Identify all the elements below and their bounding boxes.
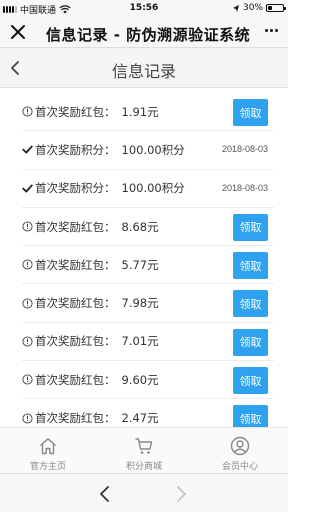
browser-nav-bar [0, 473, 288, 512]
record-value: 2.47元 [121, 411, 159, 426]
tab-points-mall-label: 积分商城 [125, 462, 162, 472]
record-label: 首次奖励红包： [35, 257, 116, 272]
home-icon [40, 438, 56, 455]
check-icon [22, 145, 33, 154]
wechat-page-title: 信息记录 - 防伪溯源验证系统 [46, 26, 251, 44]
user-icon [230, 436, 250, 456]
status-bar: 中国联通 15:56 30% [0, 0, 288, 17]
nav-back-icon[interactable] [98, 485, 112, 503]
claim-button[interactable]: 领取 [233, 99, 268, 126]
record-label: 首次奖励积分： [35, 142, 116, 157]
info-circle-icon [22, 298, 33, 309]
battery-level [268, 6, 273, 10]
check-icon [22, 184, 33, 193]
wechat-title-bar: 信息记录 - 防伪溯源验证系统 [0, 17, 288, 48]
battery-icon [266, 4, 286, 12]
record-value: 5.77元 [121, 257, 159, 272]
record-label: 首次奖励红包： [35, 334, 116, 349]
tab-home-label: 官方主页 [29, 462, 66, 472]
claim-button[interactable]: 领取 [233, 328, 268, 356]
record-label: 首次奖励红包： [35, 104, 116, 119]
more-icon[interactable] [265, 29, 278, 32]
record-row: 首次奖励积分： 100.00积分 2018-08-03 [22, 131, 274, 170]
location-icon [232, 4, 239, 12]
battery-percent: 30% [242, 3, 263, 13]
record-value: 7.01元 [121, 334, 159, 349]
info-circle-icon [22, 221, 33, 232]
record-list: 首次奖励红包： 1.91元 领取 首次奖励积分： 100.00积分 2018-08-03 首… [22, 93, 274, 438]
info-circle-icon [22, 374, 33, 385]
page-header: 信息记录 [0, 48, 288, 88]
cart-icon [135, 438, 153, 454]
record-label: 首次奖励红包： [35, 372, 116, 387]
record-row: 首次奖励积分： 100.00积分 2018-08-03 [22, 170, 274, 208]
info-circle-icon [22, 336, 33, 347]
record-date: 2018-08-03 [221, 182, 268, 193]
record-value: 100.00积分 [121, 142, 185, 157]
bottom-tab-bar: 官方主页 积分商城 会员中心 [0, 427, 288, 473]
tab-points-mall[interactable]: 积分商城 [96, 428, 192, 473]
record-value: 8.68元 [121, 219, 159, 234]
tab-home[interactable]: 官方主页 [0, 428, 96, 473]
record-row: 首次奖励红包： 1.91元 领取 [22, 93, 274, 132]
claim-button[interactable]: 领取 [233, 252, 268, 280]
info-circle-icon [22, 412, 33, 424]
status-right: 30% [232, 3, 286, 13]
record-row: 首次奖励红包： 8.68元 领取 [22, 208, 274, 247]
info-circle-icon [22, 106, 33, 117]
claim-button[interactable]: 领取 [233, 290, 268, 318]
record-row: 首次奖励红包： 7.98元 领取 [22, 284, 274, 323]
record-label: 首次奖励红包： [35, 411, 116, 426]
record-row: 首次奖励红包： 5.77元 领取 [22, 246, 274, 285]
record-value: 100.00积分 [121, 181, 185, 196]
record-value: 7.98元 [121, 296, 159, 311]
record-value: 9.60元 [121, 372, 159, 387]
record-label: 首次奖励红包： [35, 296, 116, 311]
record-value: 1.91元 [121, 104, 159, 119]
claim-button[interactable]: 领取 [233, 367, 268, 395]
info-circle-icon [22, 259, 33, 270]
record-row: 首次奖励红包： 7.01元 领取 [22, 323, 274, 362]
claim-button[interactable]: 领取 [233, 213, 268, 241]
record-date: 2018-08-03 [221, 144, 268, 155]
close-icon[interactable] [9, 23, 27, 41]
record-label: 首次奖励积分： [35, 181, 116, 196]
record-row: 首次奖励红包： 9.60元 领取 [22, 361, 274, 400]
tab-member-center[interactable]: 会员中心 [192, 428, 288, 473]
nav-forward-icon[interactable] [174, 485, 188, 503]
page-title: 信息记录 [111, 62, 176, 81]
tab-member-center-label: 会员中心 [221, 462, 258, 472]
record-label: 首次奖励红包： [35, 219, 116, 234]
